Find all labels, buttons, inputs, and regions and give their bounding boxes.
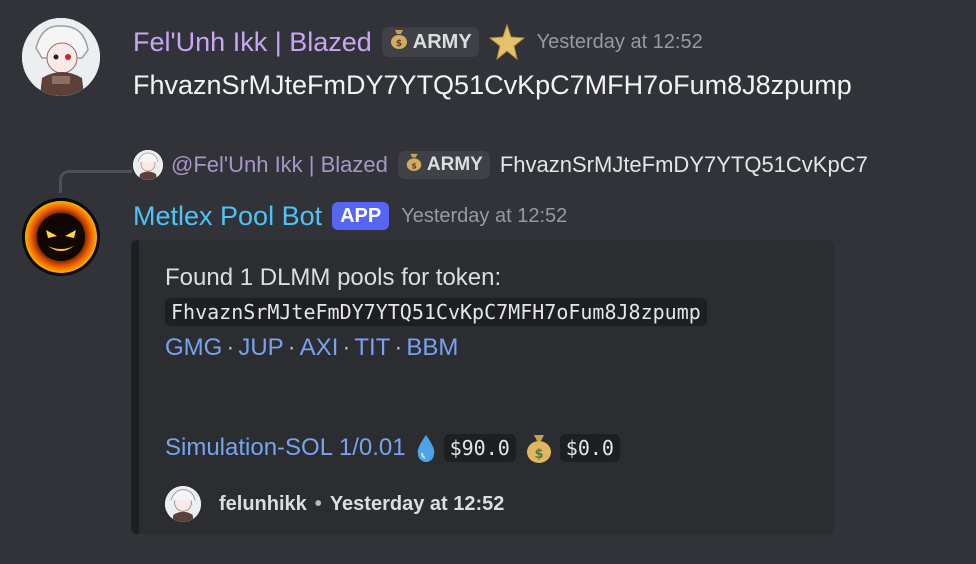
separator-dot: · — [226, 334, 235, 361]
app-badge: APP — [332, 202, 390, 230]
moneybag-icon: $ — [524, 432, 554, 464]
message-content: FhvaznSrMJteFmDY7YTQ51CvKpC7MFH7oFum8J8z… — [133, 70, 852, 100]
embed-footer: felunhikk • Yesterday at 12:52 — [165, 486, 504, 522]
gold-star-icon[interactable] — [488, 24, 525, 60]
svg-text:$: $ — [534, 447, 543, 462]
bot-embed: Found 1 DLMM pools for token: FhvaznSrMJ… — [131, 240, 834, 534]
link-gmg[interactable]: GMG — [165, 334, 222, 361]
author-name[interactable]: Fel'Unh Ikk | Blazed — [133, 27, 372, 58]
footer-username: felunhikk — [219, 492, 307, 515]
footer-separator: • — [314, 492, 322, 515]
reply-connector — [59, 170, 132, 193]
fees-value: $0.0 — [559, 434, 620, 462]
reply-snippet: FhvaznSrMJteFmDY7YTQ51CvKpC7 — [499, 152, 868, 177]
timestamp: Yesterday at 12:52 — [401, 204, 568, 227]
role-tag-label: ARMY — [412, 30, 472, 53]
embed-description: Found 1 DLMM pools for token: — [165, 264, 502, 291]
simulation-row: Simulation-SOL 1/0.01 $90.0 $ $0.0 — [165, 432, 620, 464]
reply-role-tag: $ ARMY — [397, 151, 490, 179]
separator-dot: · — [394, 334, 403, 361]
user-avatar[interactable] — [22, 18, 100, 96]
anime-avatar-icon — [22, 18, 100, 96]
reply-avatar — [133, 150, 163, 180]
reply-role-tag-label: ARMY — [426, 154, 483, 175]
moneybag-icon: $ — [389, 28, 409, 56]
pool-links: GMG · JUP · AXI · TIT · BBM — [165, 334, 707, 362]
footer-avatar — [165, 486, 201, 522]
moneybag-icon: $ — [405, 152, 423, 178]
separator-dot: · — [342, 334, 351, 361]
svg-text:$: $ — [396, 39, 402, 49]
token-code: FhvaznSrMJteFmDY7YTQ51CvKpC7MFH7oFum8J8z… — [165, 298, 707, 326]
reply-preview[interactable]: @Fel'Unh Ikk | Blazed $ ARMY FhvaznSrMJt… — [133, 150, 868, 180]
timestamp: Yesterday at 12:52 — [536, 30, 703, 53]
reply-mention[interactable]: @Fel'Unh Ikk | Blazed — [171, 152, 388, 178]
message2-header: Metlex Pool Bot APP Yesterday at 12:52 — [133, 196, 567, 236]
droplet-icon — [414, 433, 438, 463]
footer-timestamp: Yesterday at 12:52 — [329, 492, 505, 515]
bot-avatar[interactable] — [22, 198, 100, 276]
message1-header: Fel'Unh Ikk | Blazed $ ARMY Yesterday at… — [133, 22, 703, 62]
link-bbm[interactable]: BBM — [406, 334, 458, 361]
link-tit[interactable]: TIT — [354, 334, 390, 361]
role-tag[interactable]: $ ARMY — [381, 27, 479, 57]
link-axi[interactable]: AXI — [300, 334, 339, 361]
flaming-face-icon — [22, 198, 100, 276]
svg-text:$: $ — [411, 160, 417, 170]
bot-name[interactable]: Metlex Pool Bot — [133, 201, 322, 232]
separator-dot: · — [287, 334, 296, 361]
link-jup[interactable]: JUP — [238, 334, 283, 361]
simulation-link[interactable]: Simulation-SOL 1/0.01 — [165, 434, 406, 462]
liquidity-value: $90.0 — [443, 434, 516, 462]
